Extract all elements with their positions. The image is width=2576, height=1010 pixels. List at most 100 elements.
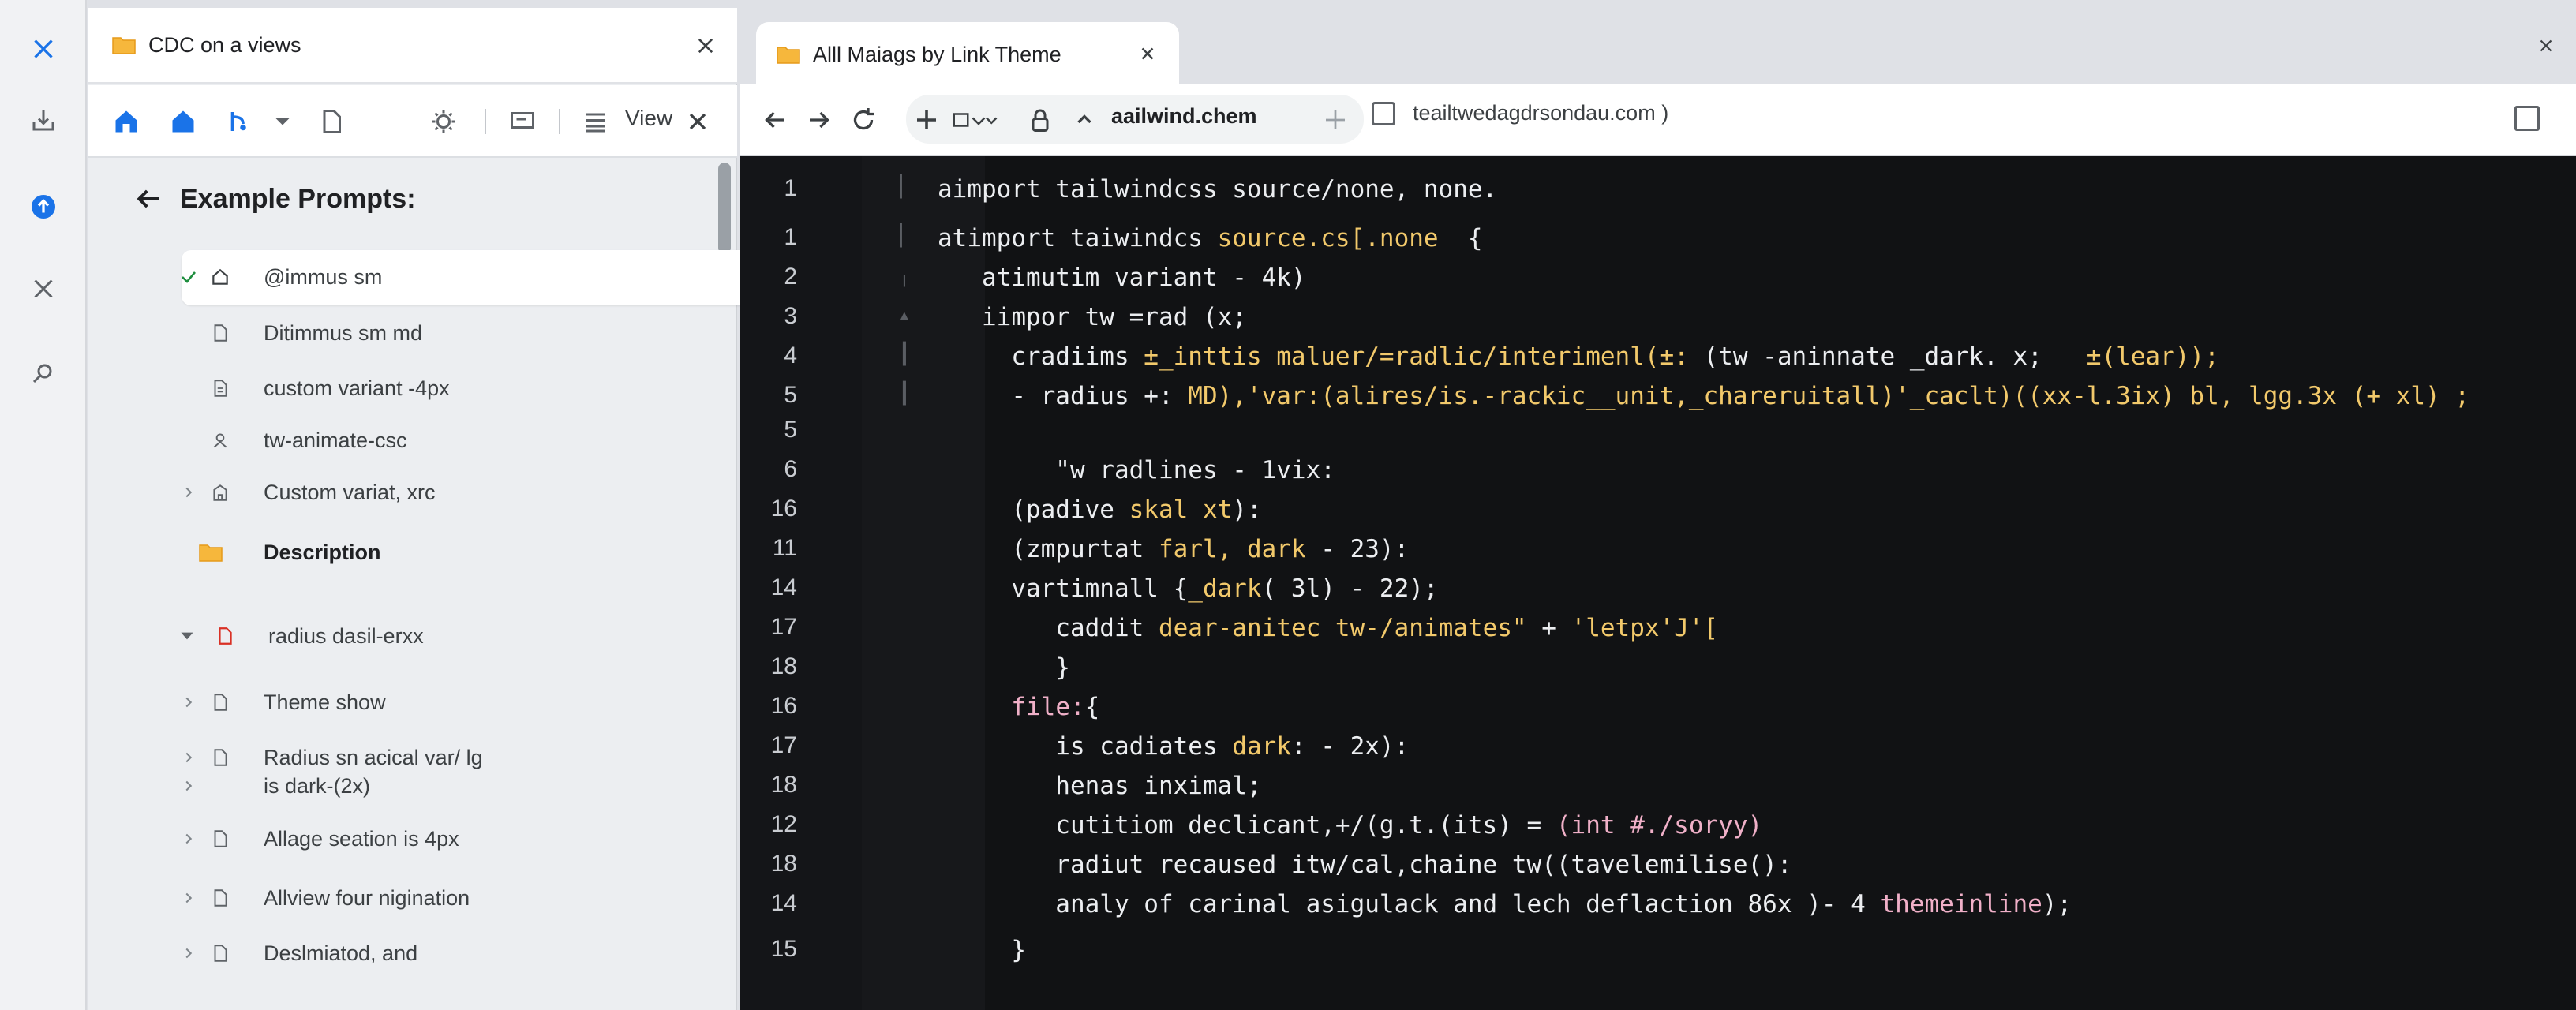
code-editor[interactable]: 1 │ aimport tailwindcss source/none, none.… (740, 156, 2576, 1010)
window-toggle-icon[interactable] (2514, 106, 2540, 131)
back-icon[interactable] (758, 103, 792, 137)
close-icon[interactable] (20, 25, 67, 73)
code-token: file: (1011, 693, 1085, 721)
list-item[interactable]: custom variant -4px (88, 366, 704, 410)
list-item[interactable]: is dark-(2x) (88, 764, 704, 808)
settings-icon[interactable] (20, 349, 67, 396)
code-line[interactable]: 14 analy of carinal asigulack and lech d… (740, 890, 2576, 930)
browser-tab[interactable]: Alll Maiags by Link Theme (756, 22, 1179, 87)
list-item[interactable]: Theme show (88, 680, 704, 724)
list-item[interactable]: Ditimmus sm md (88, 311, 704, 355)
view-menu-button[interactable]: View (625, 106, 672, 131)
fold-marker-icon[interactable]: ┃ (898, 382, 930, 413)
new-tab-icon[interactable] (909, 103, 944, 137)
caret-down-icon[interactable] (175, 624, 199, 648)
code-line[interactable]: 5 (740, 417, 2576, 456)
sidebar-scroll-thumb[interactable] (718, 163, 731, 254)
fold-marker-icon[interactable]: │ (895, 175, 927, 207)
code-token: is cadiates (938, 732, 1233, 761)
code-line[interactable]: 3 ▴ iimpor tw =rad (x; (740, 303, 2576, 342)
toolbar-close-icon[interactable] (682, 104, 713, 139)
fold-marker-icon[interactable]: ▴ (898, 303, 930, 335)
line-number: 1 (784, 224, 797, 250)
code-token: + (1526, 614, 1571, 642)
code-line[interactable]: 1 │ aimport tailwindcss source/none, none. (740, 175, 2576, 215)
code-line[interactable]: 15 } (740, 936, 2576, 975)
chevron-right-icon[interactable] (177, 774, 200, 798)
code-line[interactable]: 18 henas inximal; (740, 772, 2576, 811)
code-line[interactable]: 14 vartimnall {_dark( 3l) - 22); (740, 574, 2576, 614)
line-number: 2 (784, 264, 797, 290)
list-item-label: Allview four nigination (264, 885, 470, 910)
reload-icon[interactable] (846, 103, 881, 137)
code-line[interactable]: 16 file:{ (740, 693, 2576, 732)
person-icon (208, 428, 232, 452)
list-item[interactable]: @immus sm (88, 250, 772, 305)
list-icon[interactable] (578, 104, 612, 139)
download-icon[interactable] (20, 96, 67, 144)
code-line[interactable]: 17 is cadiates dark: - 2x): (740, 732, 2576, 772)
home-filled-icon[interactable] (166, 104, 200, 139)
left-rail (0, 0, 87, 1010)
code-line[interactable]: 16 (padive skal xt): (740, 496, 2576, 535)
tab-close-icon[interactable] (1133, 39, 1162, 68)
code-line[interactable]: 2 ╷ atimutim variant - 4k) (740, 264, 2576, 303)
chevron-right-icon[interactable] (177, 690, 200, 714)
fold-marker-icon[interactable]: ╷ (898, 264, 930, 295)
second-url[interactable]: teailtwedagdrsondau.com ) (1372, 101, 1668, 125)
chevron-right-icon[interactable] (177, 941, 200, 965)
list-item[interactable]: radius dasil-erxx (88, 614, 704, 658)
code-token: dear-anitec tw-/animates" (1158, 614, 1527, 642)
code-line[interactable]: 4 ┃ cradiims ±_inttis maluer/=radlic/inte… (740, 342, 2576, 382)
document-icon[interactable] (314, 104, 349, 139)
code-line[interactable]: 12 cutitiom declicant,+/(g.t.(its) = (in… (740, 811, 2576, 851)
line-number: 12 (770, 811, 797, 837)
tab-bar: Alll Maiags by Link Theme (740, 8, 2576, 87)
up-arrow-icon[interactable] (1067, 103, 1102, 137)
home-outline-icon (208, 265, 232, 289)
home-icon[interactable] (109, 104, 144, 139)
list-item[interactable]: Allview four nigination (88, 876, 704, 920)
forward-icon[interactable] (802, 103, 837, 137)
code-line[interactable]: 18 radiut recaused itw/cal,chaine tw((ta… (740, 851, 2576, 890)
code-line[interactable]: 11 (zmpurtat farl, dark - 23): (740, 535, 2576, 574)
pin-icon[interactable] (1318, 103, 1353, 137)
url-text[interactable]: aailwind.chem (1111, 104, 1257, 129)
upload-icon[interactable] (20, 183, 67, 230)
code-line[interactable]: 1 │ atimport taiwindcs source.cs[.none { (740, 224, 2576, 264)
comment-icon[interactable] (505, 104, 540, 139)
code-token: iimpor tw =rad (x; (938, 303, 1247, 331)
window-close-icon[interactable] (2532, 32, 2560, 60)
list-item[interactable]: Custom variat, xrc (88, 470, 704, 514)
fold-marker-icon[interactable]: ┃ (898, 342, 930, 374)
building-icon (208, 481, 232, 504)
gear-icon[interactable] (426, 104, 461, 139)
prompts-header: Example Prompts: (133, 183, 416, 215)
tools-icon[interactable] (20, 265, 67, 312)
code-line[interactable]: 6 "w radlines - 1vix: (740, 456, 2576, 496)
back-arrow-icon[interactable] (133, 183, 164, 215)
code-line[interactable]: 5 ┃ - radius +: MD),'var:(alires/is.-rack… (740, 382, 2576, 421)
code-token: analy of carinal asigulack and lech defl… (938, 890, 1881, 918)
list-item[interactable]: Deslmiatod, and (88, 931, 704, 975)
chevron-down-icon[interactable] (267, 104, 298, 139)
code-line[interactable]: 17 caddit dear-anitec tw-/animates" + 'l… (740, 614, 2576, 653)
list-item[interactable]: Description (88, 530, 704, 574)
chevron-right-icon[interactable] (177, 827, 200, 851)
extension-menu-icon[interactable] (947, 103, 1002, 137)
code-line[interactable]: 18 } (740, 653, 2576, 693)
list-item[interactable]: Allage seation is 4px (88, 817, 704, 861)
code-token: ±_inttis maluer/=radlic/interimenl(±: (1144, 342, 1689, 371)
fold-marker-icon[interactable]: │ (895, 224, 927, 256)
code-token: aimport tailwindcss source/none, none. (938, 175, 1498, 204)
code-token: - radius +: (938, 382, 1189, 410)
chevron-right-icon[interactable] (177, 886, 200, 910)
branch-icon[interactable] (221, 104, 256, 139)
chevron-right-icon[interactable] (177, 481, 200, 504)
sidebar-close-icon[interactable] (691, 32, 720, 60)
checkbox-icon[interactable] (1372, 101, 1395, 125)
list-item[interactable]: tw-animate-csc (88, 418, 704, 462)
lock-icon[interactable] (1023, 103, 1058, 137)
sidebar-tab[interactable]: CDC on a views (88, 8, 737, 84)
code-token: cutitiom declicant,+/(g.t.(its) = (938, 811, 1556, 840)
